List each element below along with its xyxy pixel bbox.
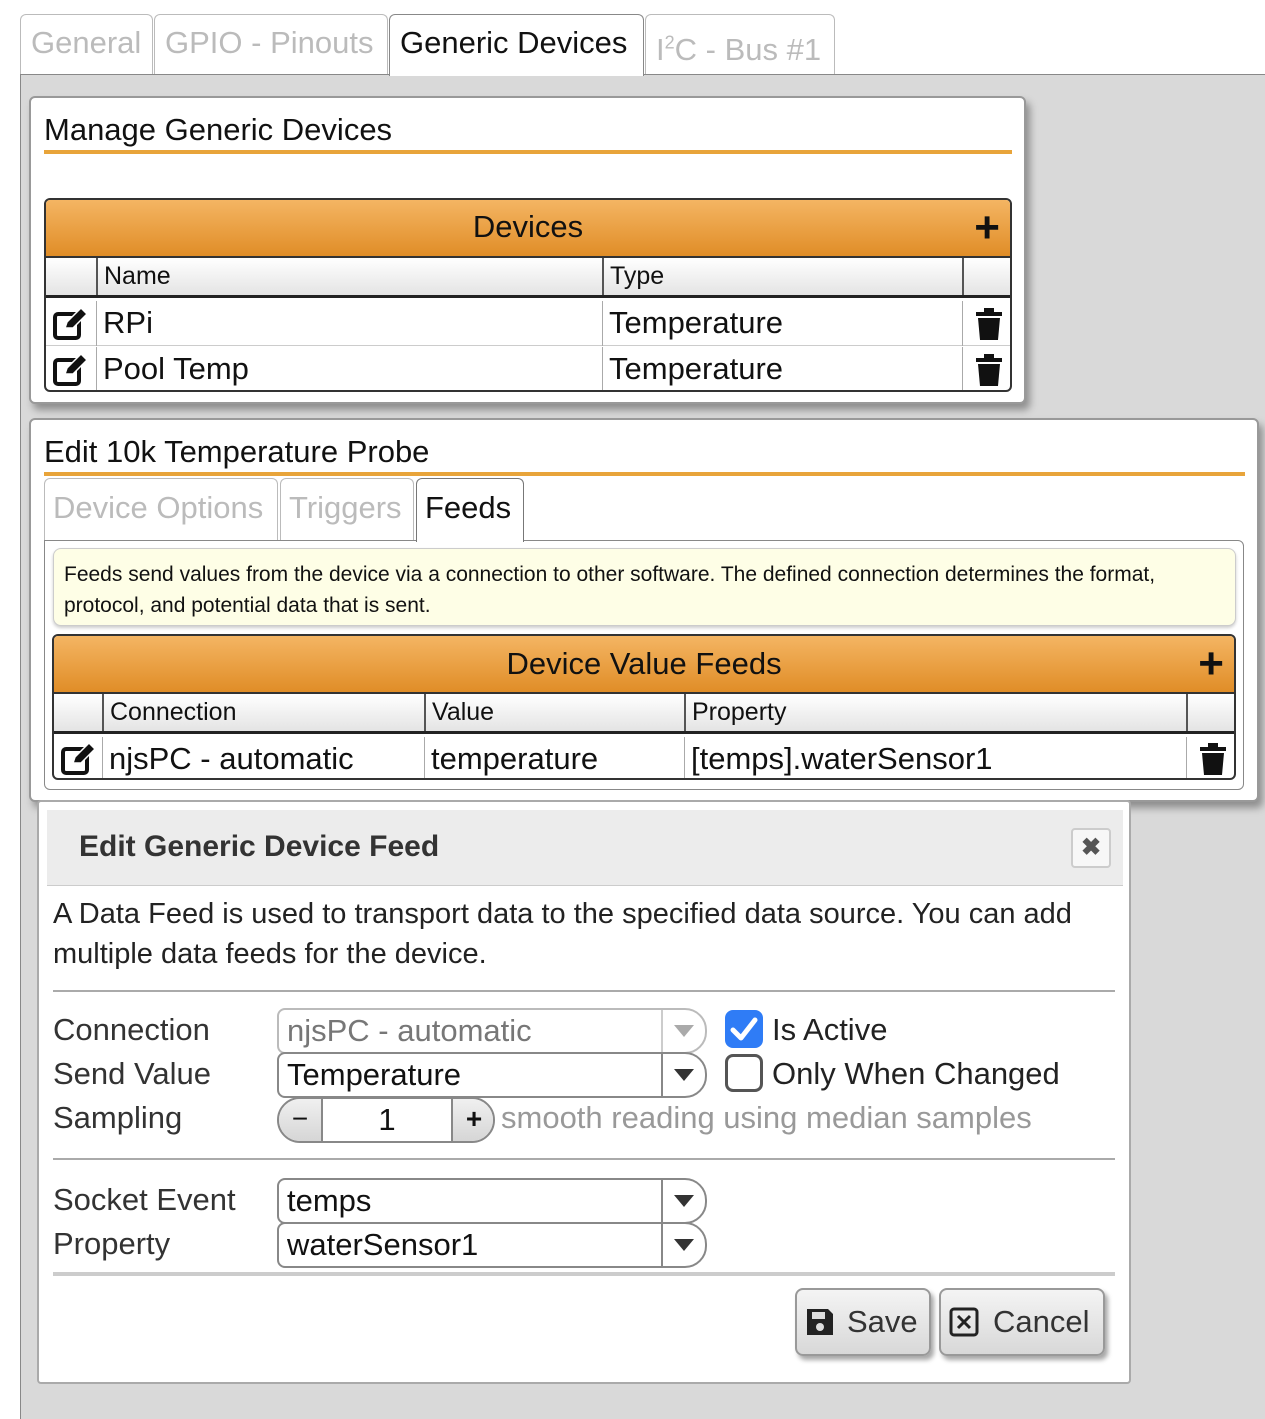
tab-feeds-label: Feeds xyxy=(425,490,512,525)
table-row[interactable]: Pool Temp Temperature xyxy=(46,347,1010,390)
socket-event-label: Socket Event xyxy=(53,1182,236,1217)
sampling-stepper: − 1 + xyxy=(277,1097,495,1143)
column-header-type[interactable]: Type xyxy=(602,258,962,295)
device-type-cell: Temperature xyxy=(602,301,962,346)
close-button[interactable]: ✖ xyxy=(1071,828,1111,868)
tab-general[interactable]: General xyxy=(20,14,153,74)
socket-event-select-value: temps xyxy=(287,1183,372,1218)
column-header-name[interactable]: Name xyxy=(96,258,602,295)
connection-label: Connection xyxy=(53,1012,210,1047)
socket-event-select[interactable]: temps xyxy=(277,1178,707,1224)
edit-icon[interactable] xyxy=(50,305,90,343)
tab-device-options[interactable]: Device Options xyxy=(44,478,278,540)
manage-devices-panel: Manage Generic Devices Devices + Name Ty… xyxy=(29,96,1026,404)
feeds-grid-header: Device Value Feeds + xyxy=(54,636,1234,694)
column-header-connection[interactable]: Connection xyxy=(102,694,424,731)
column-header-actions xyxy=(962,258,1010,295)
sampling-hint: smooth reading using median samples xyxy=(501,1100,1032,1135)
tab-generic-devices-label: Generic Devices xyxy=(400,25,628,60)
devices-grid: Devices + Name Type RPi Temperature Pool… xyxy=(44,198,1012,392)
feed-value-cell: temperature xyxy=(424,737,684,778)
column-header-value[interactable]: Value xyxy=(424,694,684,731)
device-value-feeds-grid: Device Value Feeds + Connection Value Pr… xyxy=(52,634,1236,780)
trash-icon[interactable] xyxy=(962,347,1010,390)
edit-feed-dialog: Edit Generic Device Feed ✖ A Data Feed i… xyxy=(37,800,1131,1384)
tab-i2c-bus-1-label: I2C - Bus #1 xyxy=(656,32,822,68)
devices-column-headers: Name Type xyxy=(46,258,1010,298)
send-value-select[interactable]: Temperature xyxy=(277,1052,707,1098)
increment-button[interactable]: + xyxy=(451,1099,493,1141)
send-value-label: Send Value xyxy=(53,1056,211,1091)
save-icon xyxy=(805,1307,835,1337)
property-label: Property xyxy=(53,1226,171,1261)
tab-triggers[interactable]: Triggers xyxy=(280,478,414,540)
dialog-title: Edit Generic Device Feed xyxy=(79,830,440,863)
divider xyxy=(53,1158,1115,1160)
column-header-actions xyxy=(1186,694,1234,731)
feeds-info-note: Feeds send values from the device via a … xyxy=(53,548,1236,626)
edit-icon[interactable] xyxy=(50,351,90,389)
chevron-down-icon xyxy=(661,1224,705,1266)
feed-property-cell: [temps].waterSensor1 xyxy=(684,737,1186,778)
sampling-input[interactable]: 1 xyxy=(323,1099,451,1141)
cancel-button-label: Cancel xyxy=(993,1304,1090,1339)
column-header-property[interactable]: Property xyxy=(684,694,1186,731)
tab-i2c-bus-1[interactable]: I2C - Bus #1 xyxy=(645,14,835,74)
devices-grid-header: Devices + xyxy=(46,200,1010,258)
tab-gpio-pinouts[interactable]: GPIO - Pinouts xyxy=(154,14,388,74)
tab-gpio-pinouts-label: GPIO - Pinouts xyxy=(165,25,374,60)
chevron-down-icon xyxy=(661,1054,705,1096)
close-icon: ✖ xyxy=(1080,834,1102,861)
add-device-icon[interactable]: + xyxy=(974,206,1000,250)
add-feed-icon[interactable]: + xyxy=(1198,642,1224,686)
edit-icon[interactable] xyxy=(58,740,98,778)
tab-feeds[interactable]: Feeds xyxy=(416,478,524,542)
feed-connection-cell: njsPC - automatic xyxy=(102,737,424,778)
title-underline xyxy=(44,472,1245,476)
manage-devices-title: Manage Generic Devices xyxy=(44,112,393,147)
trash-icon[interactable] xyxy=(962,301,1010,346)
tab-triggers-label: Triggers xyxy=(289,490,402,525)
property-select[interactable]: waterSensor1 xyxy=(277,1222,707,1268)
device-name-cell: RPi xyxy=(96,301,602,346)
trash-icon[interactable] xyxy=(1186,737,1234,778)
property-select-value: waterSensor1 xyxy=(287,1227,479,1262)
save-button-label: Save xyxy=(847,1304,918,1339)
divider xyxy=(53,990,1115,992)
table-row[interactable]: RPi Temperature xyxy=(46,301,1010,346)
tab-general-label: General xyxy=(31,25,142,60)
tab-generic-devices[interactable]: Generic Devices xyxy=(389,14,644,76)
sampling-label: Sampling xyxy=(53,1100,183,1135)
feeds-column-headers: Connection Value Property xyxy=(54,694,1234,734)
send-value-select-value: Temperature xyxy=(287,1057,462,1092)
chevron-down-icon xyxy=(661,1010,705,1052)
cancel-icon xyxy=(949,1307,979,1337)
is-active-label[interactable]: Is Active xyxy=(772,1012,887,1048)
tab-device-options-label: Device Options xyxy=(53,490,264,525)
save-button[interactable]: Save xyxy=(795,1288,931,1356)
dialog-header: Edit Generic Device Feed ✖ xyxy=(47,810,1123,886)
title-underline xyxy=(44,150,1012,154)
decrement-button[interactable]: − xyxy=(279,1099,323,1141)
table-row[interactable]: njsPC - automatic temperature [temps].wa… xyxy=(54,737,1234,778)
dialog-description: A Data Feed is used to transport data to… xyxy=(53,898,1072,970)
cancel-button[interactable]: Cancel xyxy=(939,1288,1105,1356)
connection-select: njsPC - automatic xyxy=(277,1008,707,1054)
is-active-checkbox[interactable] xyxy=(725,1010,763,1048)
chevron-down-icon xyxy=(661,1180,705,1222)
divider xyxy=(53,1272,1115,1276)
only-when-changed-checkbox[interactable] xyxy=(725,1054,763,1092)
only-when-changed-label[interactable]: Only When Changed xyxy=(772,1056,1060,1092)
device-type-cell: Temperature xyxy=(602,347,962,390)
connection-select-value: njsPC - automatic xyxy=(287,1013,532,1048)
edit-probe-title: Edit 10k Temperature Probe xyxy=(44,434,430,469)
device-name-cell: Pool Temp xyxy=(96,347,602,390)
feeds-grid-title: Device Value Feeds xyxy=(506,646,782,681)
devices-grid-title: Devices xyxy=(472,209,584,244)
